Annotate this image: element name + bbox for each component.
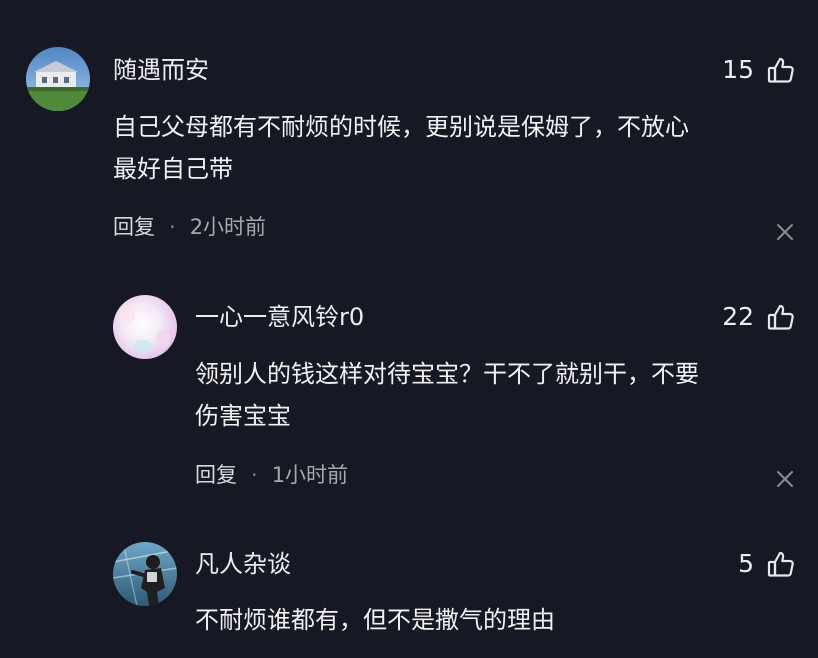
like-count: 5 (738, 549, 754, 578)
comment-meta: 回复 · 2小时前 (113, 213, 266, 241)
avatar[interactable] (26, 47, 90, 111)
reply-button[interactable]: 回复 (195, 463, 237, 487)
thumbs-up-icon (766, 55, 796, 85)
thumbs-up-icon (766, 302, 796, 332)
comment-text: 不耐烦谁都有，但不是撒气的理由 (195, 606, 555, 634)
comment-text: 自己父母都有不耐烦的时候，更别说是保姆了，不放心 最好自己带 (113, 113, 689, 183)
separator-dot: · (251, 463, 258, 487)
reply-button[interactable]: 回复 (113, 215, 155, 239)
like-count: 15 (722, 55, 754, 84)
username[interactable]: 随遇而安 (113, 55, 209, 85)
comment-meta: 回复 · 1小时前 (195, 461, 348, 489)
close-icon[interactable] (774, 468, 796, 490)
username[interactable]: 一心一意风铃r0 (195, 302, 364, 332)
username[interactable]: 凡人杂谈 (195, 549, 291, 579)
close-icon[interactable] (774, 221, 796, 243)
like-button[interactable]: 15 (722, 55, 796, 85)
timestamp: 1小时前 (271, 463, 349, 487)
like-button[interactable]: 22 (722, 302, 796, 332)
timestamp: 2小时前 (189, 215, 267, 239)
avatar[interactable] (113, 295, 177, 359)
thumbs-up-icon (766, 549, 796, 579)
separator-dot: · (169, 215, 176, 239)
comment-text: 领别人的钱这样对待宝宝？干不了就别干，不要 伤害宝宝 (195, 360, 699, 430)
avatar[interactable] (113, 542, 177, 606)
like-count: 22 (722, 302, 754, 331)
like-button[interactable]: 5 (738, 549, 796, 579)
